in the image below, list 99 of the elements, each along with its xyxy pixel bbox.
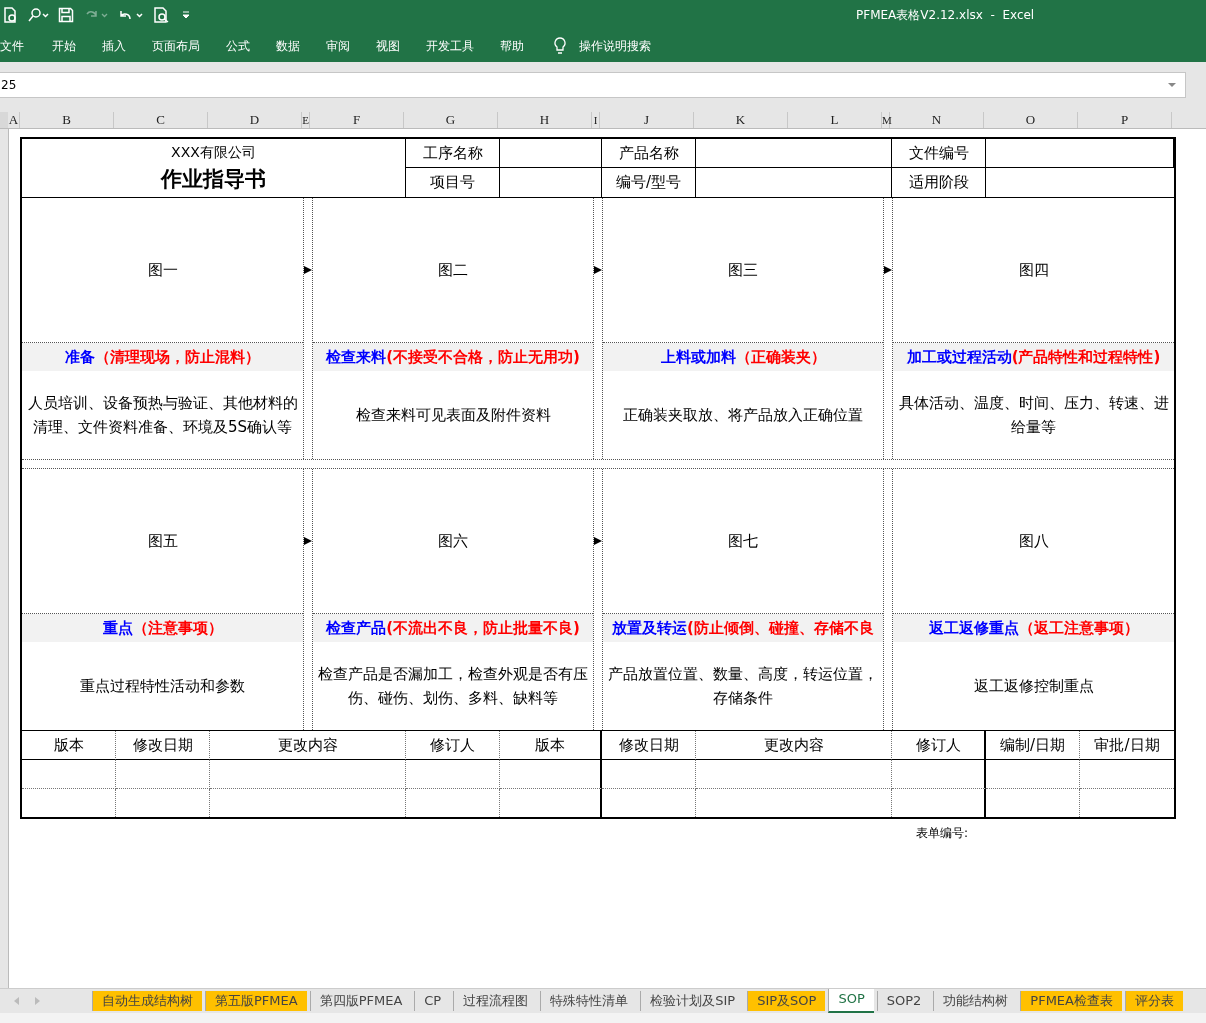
column-heading: 版本 bbox=[22, 731, 116, 760]
step-title: 重点 bbox=[102, 618, 133, 638]
sheet-tab[interactable]: 功能结构树 bbox=[933, 991, 1018, 1011]
column-header[interactable]: L bbox=[788, 112, 882, 128]
sheet-tab[interactable]: 过程流程图 bbox=[453, 991, 538, 1011]
document-title: 作业指导书 bbox=[161, 165, 266, 193]
column-header[interactable]: J bbox=[600, 112, 694, 128]
field-label: 文件编号 bbox=[892, 139, 986, 168]
step-description: 检查产品是否漏加工，检查外观是否有压伤、碰伤、划伤、多料、缺料等 bbox=[317, 664, 589, 709]
search-icon[interactable] bbox=[27, 7, 49, 23]
ribbon-tab[interactable]: 帮助 bbox=[500, 37, 537, 55]
company-name: XXX有限公司 bbox=[171, 143, 256, 162]
ribbon-tab[interactable]: 文件 bbox=[0, 37, 37, 55]
lightbulb-icon[interactable] bbox=[553, 37, 567, 55]
column-header[interactable]: A bbox=[8, 112, 20, 128]
step-note: (不接受不合格，防止无用功) bbox=[386, 347, 580, 367]
column-header[interactable]: B bbox=[20, 112, 114, 128]
picture-label: 图八 bbox=[1018, 531, 1049, 551]
autosave-icon[interactable] bbox=[2, 7, 18, 23]
column-header[interactable]: E bbox=[302, 112, 310, 128]
step-note: (不流出不良，防止批量不良) bbox=[386, 618, 580, 638]
step-title: 放置及转运 bbox=[612, 618, 688, 638]
step-note: (防止倾倒、碰撞、存储不良 bbox=[687, 618, 874, 638]
step-description: 人员培训、设备预热与验证、其他材料的清理、文件资料准备、环境及5S确认等 bbox=[26, 393, 299, 438]
column-header[interactable]: N bbox=[890, 112, 984, 128]
step-title: 检查产品 bbox=[326, 618, 387, 638]
save-icon[interactable] bbox=[58, 7, 74, 23]
picture-label: 图七 bbox=[728, 531, 758, 551]
column-header[interactable]: M bbox=[882, 112, 890, 128]
ribbon-tab[interactable]: 公式 bbox=[226, 37, 263, 55]
column-heading: 修改日期 bbox=[602, 731, 696, 760]
column-header[interactable]: D bbox=[208, 112, 302, 128]
formula-bar-field[interactable]: 25 bbox=[0, 72, 1186, 98]
sheet-tab[interactable]: 自动生成结构树 bbox=[92, 991, 202, 1011]
sheet-tab[interactable]: 评分表 bbox=[1124, 991, 1183, 1011]
column-header[interactable]: C bbox=[114, 112, 208, 128]
step-title: 加工或过程活动 bbox=[906, 347, 1012, 367]
sheet-tab[interactable]: PFMEA检查表 bbox=[1020, 991, 1122, 1011]
field-label: 适用阶段 bbox=[892, 168, 986, 197]
window-title: PFMEA表格V2.12.xlsx - Excel bbox=[856, 6, 1035, 24]
column-header[interactable]: O bbox=[984, 112, 1078, 128]
field-label: 项目号 bbox=[406, 168, 500, 197]
step-title: 返工返修重点 bbox=[928, 618, 1019, 638]
step-description: 检查来料可见表面及附件资料 bbox=[355, 405, 551, 426]
ribbon-tab[interactable]: 开发工具 bbox=[426, 37, 487, 55]
step-description: 正确装夹取放、将产品放入正确位置 bbox=[623, 405, 863, 426]
picture-label: 图一 bbox=[147, 260, 178, 280]
column-heading: 审批/日期 bbox=[1080, 731, 1174, 760]
sheet-tab[interactable]: 第四版PFMEA bbox=[309, 991, 412, 1011]
column-heading: 修订人 bbox=[892, 731, 986, 760]
column-heading: 修改日期 bbox=[116, 731, 210, 760]
sheet-tab[interactable]: 特殊特性清单 bbox=[540, 991, 638, 1011]
dropdown-arrow-icon[interactable] bbox=[1167, 81, 1177, 89]
field-label: 编号/型号 bbox=[602, 168, 696, 197]
column-heading: 修订人 bbox=[406, 731, 500, 760]
picture-label: 图三 bbox=[728, 260, 758, 280]
picture-label: 图六 bbox=[438, 531, 468, 551]
step-note: （正确装夹） bbox=[735, 347, 826, 367]
step-title: 准备 bbox=[65, 347, 95, 367]
sheet-tab[interactable]: 第五版PFMEA bbox=[205, 991, 307, 1011]
column-heading: 更改内容 bbox=[210, 731, 406, 760]
column-header[interactable]: G bbox=[404, 112, 498, 128]
column-header[interactable]: H bbox=[498, 112, 592, 128]
step-title: 检查来料 bbox=[326, 347, 387, 367]
form-number-label: 表单编号: bbox=[916, 826, 969, 840]
sheet-tab[interactable]: 检验计划及SIP bbox=[640, 991, 745, 1011]
step-description: 产品放置位置、数量、高度，转运位置，存储条件 bbox=[607, 664, 879, 709]
step-note: （注意事项） bbox=[132, 618, 223, 638]
ribbon-tab[interactable]: 页面布局 bbox=[152, 37, 213, 55]
picture-label: 图五 bbox=[147, 531, 178, 551]
sheet-tab[interactable]: CP bbox=[414, 991, 451, 1011]
column-heading: 编制/日期 bbox=[986, 731, 1080, 760]
step-note: （返工注意事项） bbox=[1018, 618, 1139, 638]
picture-label: 图二 bbox=[438, 260, 468, 280]
ribbon-tab[interactable]: 数据 bbox=[276, 37, 313, 55]
column-header[interactable]: K bbox=[694, 112, 788, 128]
field-label: 产品名称 bbox=[602, 139, 696, 168]
ribbon-tab[interactable]: 插入 bbox=[102, 37, 139, 55]
sheet-tab[interactable]: SIP及SOP bbox=[747, 991, 826, 1011]
picture-label: 图四 bbox=[1018, 260, 1049, 280]
step-description: 具体活动、温度、时间、压力、转速、进给量等 bbox=[897, 393, 1170, 438]
step-description: 重点过程特性活动和参数 bbox=[80, 676, 245, 697]
step-note: （清理现场，防止混料） bbox=[95, 347, 260, 367]
field-label: 工序名称 bbox=[406, 139, 500, 168]
step-description: 返工返修控制重点 bbox=[973, 676, 1094, 697]
ribbon-tab[interactable]: 视图 bbox=[376, 37, 413, 55]
column-heading: 更改内容 bbox=[696, 731, 892, 760]
ribbon-tab[interactable]: 开始 bbox=[52, 37, 89, 55]
column-heading: 版本 bbox=[500, 731, 602, 760]
column-header[interactable]: P bbox=[1078, 112, 1172, 128]
sheet-tab[interactable]: SOP bbox=[828, 989, 874, 1013]
step-title: 上料或加料 bbox=[660, 347, 736, 367]
print-preview-icon[interactable] bbox=[153, 7, 171, 23]
tell-me-search[interactable]: 操作说明搜索 bbox=[553, 37, 651, 55]
step-note: (产品特性和过程特性) bbox=[1011, 347, 1161, 367]
sheet-tab[interactable]: SOP2 bbox=[876, 991, 931, 1011]
ribbon-tab[interactable]: 审阅 bbox=[326, 37, 363, 55]
column-header[interactable]: F bbox=[310, 112, 404, 128]
column-header[interactable]: I bbox=[592, 112, 600, 128]
